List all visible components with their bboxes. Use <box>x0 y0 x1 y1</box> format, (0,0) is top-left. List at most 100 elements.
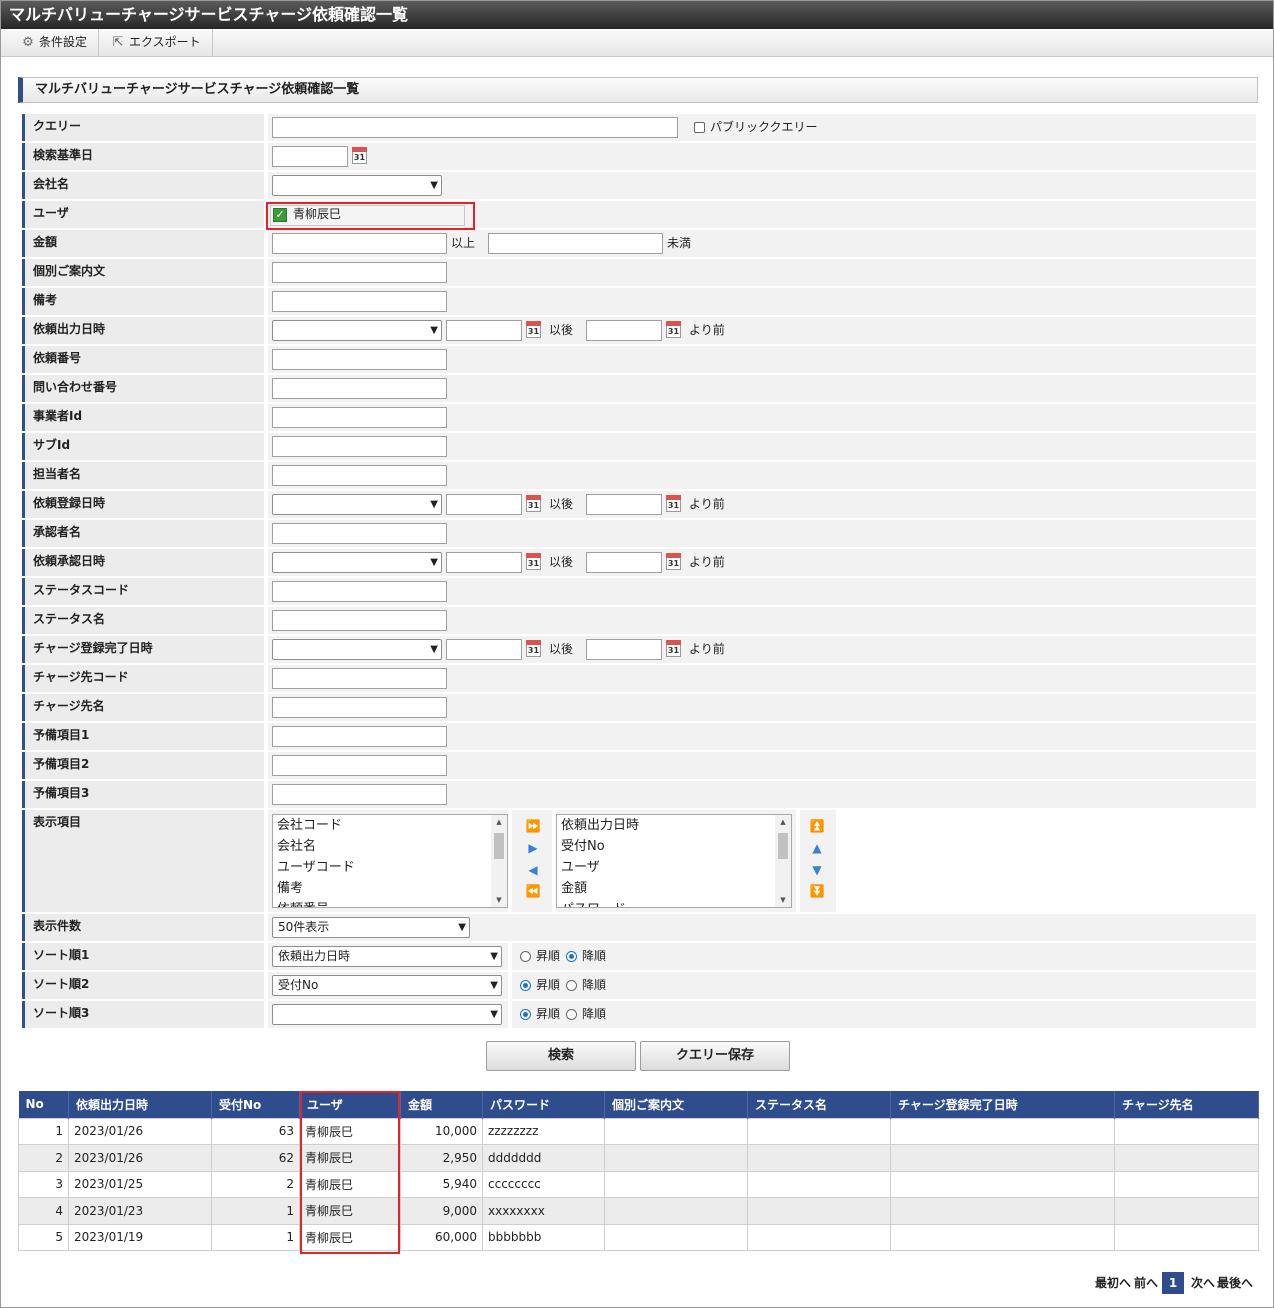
calendar-icon[interactable]: 31 <box>666 640 681 657</box>
search-button[interactable]: 検索 <box>486 1041 636 1071</box>
list-item[interactable]: 備考 <box>273 878 507 899</box>
sort2-desc-radio[interactable] <box>566 980 577 991</box>
list-item[interactable]: 依頼番号 <box>273 899 507 907</box>
col-header-status-name[interactable]: ステータス名 <box>747 1091 891 1118</box>
sort3-asc-radio[interactable] <box>520 1009 531 1020</box>
table-row[interactable]: 4 2023/01/23 1 青柳辰巳 9,000 xxxxxxxx <box>18 1197 1259 1225</box>
req-no-input[interactable] <box>272 349 447 370</box>
move-left-icon[interactable]: ◀ <box>524 862 542 878</box>
list-item[interactable]: 受付No <box>557 836 791 857</box>
pager-last-link[interactable]: 最後へ <box>1217 1272 1253 1294</box>
pager-prev-link[interactable]: 前へ <box>1134 1272 1158 1294</box>
req-reg-to-input[interactable] <box>586 494 662 515</box>
move-right-icon[interactable]: ▶ <box>524 840 542 856</box>
status-code-input[interactable] <box>272 581 447 602</box>
move-down-icon[interactable]: ▼ <box>808 862 826 878</box>
pager-current-page[interactable]: 1 <box>1162 1272 1184 1294</box>
settings-button[interactable]: ⚙ 条件設定 <box>15 29 99 56</box>
req-approve-mode-select[interactable]: ▼ <box>272 552 442 573</box>
calendar-icon[interactable]: 31 <box>526 640 541 657</box>
table-row[interactable]: 2 2023/01/26 62 青柳辰巳 2,950 ddddddd <box>18 1144 1259 1172</box>
calendar-icon[interactable]: 31 <box>666 553 681 570</box>
req-approve-to-input[interactable] <box>586 552 662 573</box>
table-row[interactable]: 1 2023/01/26 63 青柳辰巳 10,000 zzzzzzzz <box>18 1117 1259 1145</box>
req-approve-from-input[interactable] <box>446 552 522 573</box>
charge-done-mode-select[interactable]: ▼ <box>272 639 442 660</box>
calendar-icon[interactable]: 31 <box>526 553 541 570</box>
charge-to-code-input[interactable] <box>272 668 447 689</box>
col-header-user[interactable]: ユーザ <box>299 1091 401 1118</box>
req-output-from-input[interactable] <box>446 320 522 341</box>
amount-max-input[interactable] <box>488 233 663 254</box>
business-id-input[interactable] <box>272 407 447 428</box>
list-item[interactable]: 金額 <box>557 878 791 899</box>
scrollbar[interactable]: ▲ ▼ <box>491 815 507 907</box>
list-item[interactable]: 会社コード <box>273 815 507 836</box>
charge-done-to-input[interactable] <box>586 639 662 660</box>
spare1-input[interactable] <box>272 726 447 747</box>
charge-done-from-input[interactable] <box>446 639 522 660</box>
pager-next-link[interactable]: 次へ <box>1191 1272 1215 1294</box>
list-item[interactable]: ユーザコード <box>273 857 507 878</box>
status-name-input[interactable] <box>272 610 447 631</box>
scroll-down-icon[interactable]: ▼ <box>775 893 791 907</box>
req-reg-mode-select[interactable]: ▼ <box>272 494 442 515</box>
col-header-message[interactable]: 個別ご案内文 <box>604 1091 748 1118</box>
col-header-receipt-no[interactable]: 受付No <box>211 1091 300 1118</box>
col-header-password[interactable]: パスワード <box>482 1091 605 1118</box>
inquiry-no-input[interactable] <box>272 378 447 399</box>
col-header-charge-to-name[interactable]: チャージ先名 <box>1114 1091 1259 1118</box>
sub-id-input[interactable] <box>272 436 447 457</box>
available-items-listbox[interactable]: 会社コード 会社名 ユーザコード 備考 依頼番号 ▲▼ <box>272 814 508 908</box>
query-input[interactable] <box>272 117 678 138</box>
sort2-select[interactable]: 受付No ▼ <box>272 975 502 996</box>
calendar-icon[interactable]: 31 <box>666 495 681 512</box>
spare2-input[interactable] <box>272 755 447 776</box>
sort1-asc-radio[interactable] <box>520 951 531 962</box>
col-header-no[interactable]: No <box>18 1091 69 1118</box>
amount-min-input[interactable] <box>272 233 447 254</box>
move-bottom-icon[interactable]: ⏬ <box>808 883 826 899</box>
move-all-left-icon[interactable]: ⏪ <box>524 883 542 899</box>
sort3-select[interactable]: ▼ <box>272 1004 502 1025</box>
table-row[interactable]: 3 2023/01/25 2 青柳辰巳 5,940 cccccccc <box>18 1170 1259 1198</box>
sort1-select[interactable]: 依頼出力日時 ▼ <box>272 946 502 967</box>
list-item[interactable]: パスワード <box>557 899 791 907</box>
charge-to-name-input[interactable] <box>272 697 447 718</box>
message-input[interactable] <box>272 262 447 283</box>
req-reg-from-input[interactable] <box>446 494 522 515</box>
col-header-req-output[interactable]: 依頼出力日時 <box>68 1091 212 1118</box>
scrollbar[interactable]: ▲ ▼ <box>775 815 791 907</box>
scroll-up-icon[interactable]: ▲ <box>775 815 791 829</box>
selected-items-listbox[interactable]: 依頼出力日時 受付No ユーザ 金額 パスワード ▲▼ <box>556 814 792 908</box>
spare3-input[interactable] <box>272 784 447 805</box>
base-date-input[interactable] <box>272 146 348 167</box>
calendar-icon[interactable]: 31 <box>666 321 681 338</box>
list-item[interactable]: 会社名 <box>273 836 507 857</box>
sort1-desc-radio[interactable] <box>566 951 577 962</box>
col-header-charge-done[interactable]: チャージ登録完了日時 <box>890 1091 1115 1118</box>
company-select[interactable]: ▼ <box>272 175 442 196</box>
scroll-down-icon[interactable]: ▼ <box>491 893 507 907</box>
move-all-right-icon[interactable]: ⏩ <box>524 818 542 834</box>
public-query-checkbox[interactable] <box>694 122 705 133</box>
list-item[interactable]: 依頼出力日時 <box>557 815 791 836</box>
calendar-icon[interactable]: 31 <box>352 147 367 164</box>
approver-input[interactable] <box>272 523 447 544</box>
export-button[interactable]: ⇱ エクスポート <box>105 29 213 56</box>
calendar-icon[interactable]: 31 <box>526 495 541 512</box>
list-item[interactable]: ユーザ <box>557 857 791 878</box>
table-row[interactable]: 5 2023/01/19 1 青柳辰巳 60,000 bbbbbbb <box>18 1223 1259 1251</box>
col-header-amount[interactable]: 金額 <box>400 1091 483 1118</box>
page-size-select[interactable]: 50件表示 ▼ <box>272 917 470 938</box>
sort3-desc-radio[interactable] <box>566 1009 577 1020</box>
sort2-asc-radio[interactable] <box>520 980 531 991</box>
scroll-up-icon[interactable]: ▲ <box>491 815 507 829</box>
staff-input[interactable] <box>272 465 447 486</box>
pager-first-link[interactable]: 最初へ <box>1095 1272 1131 1294</box>
move-up-icon[interactable]: ▲ <box>808 840 826 856</box>
req-output-to-input[interactable] <box>586 320 662 341</box>
save-query-button[interactable]: クエリー保存 <box>640 1041 790 1071</box>
move-top-icon[interactable]: ⏫ <box>808 818 826 834</box>
calendar-icon[interactable]: 31 <box>526 321 541 338</box>
